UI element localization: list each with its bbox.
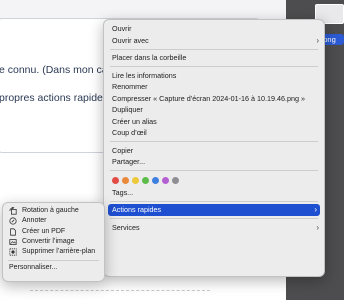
menu-item-tags[interactable]: Tags... (104, 187, 324, 199)
menu-item-label: Ouvrir avec (112, 35, 149, 45)
menu-item-label: Actions rapides (112, 205, 162, 214)
annotate-icon (9, 217, 17, 226)
rotate-left-icon (9, 207, 17, 215)
menu-separator (110, 141, 318, 142)
menu-item-services[interactable]: Services › (104, 222, 324, 234)
tag-color-dot[interactable] (112, 176, 119, 184)
submenu-item-rotate-left[interactable]: Rotation à gauche (3, 206, 104, 216)
menu-separator (110, 200, 318, 202)
submenu-item-label: Supprimer l’arrière-plan (22, 248, 96, 256)
menu-separator (110, 170, 318, 171)
menu-item-quick-actions[interactable]: Actions rapides › (108, 204, 320, 216)
menu-separator (110, 66, 318, 67)
context-menu: Ouvrir Ouvrir avec › Placer dans la corb… (103, 19, 325, 277)
menu-item-trash[interactable]: Placer dans la corbeille (104, 52, 324, 64)
submenu-item-label: Créer un PDF (22, 227, 66, 235)
menu-item-open[interactable]: Ouvrir (104, 23, 324, 35)
submenu-item-annotate[interactable]: Annoter (3, 216, 104, 226)
tag-color-dot[interactable] (162, 176, 169, 184)
menu-item-duplicate[interactable]: Dupliquer (104, 104, 324, 116)
menu-item-copy[interactable]: Copier (104, 145, 324, 157)
menu-item-quicklook[interactable]: Coup d’œil (104, 127, 324, 139)
submenu-item-label: Annoter (22, 217, 47, 225)
menu-item-compress[interactable]: Compresser « Capture d’écran 2024-01-16 … (104, 93, 324, 105)
divider (30, 290, 210, 291)
menu-item-open-with[interactable]: Ouvrir avec › (104, 35, 324, 47)
submenu-item-label: Rotation à gauche (22, 207, 79, 214)
submenu-item-remove-background[interactable]: Supprimer l’arrière-plan (3, 247, 104, 257)
document-top-strip (0, 0, 290, 20)
submenu-item-convert-image[interactable]: Convertir l’image (3, 237, 104, 247)
menu-separator (110, 218, 318, 219)
menu-separator (110, 48, 318, 50)
menu-item-get-info[interactable]: Lire les informations (104, 70, 324, 82)
remove-background-icon (9, 248, 17, 256)
chevron-right-icon: › (316, 35, 319, 45)
tag-color-dot[interactable] (132, 176, 139, 184)
submenu-item-label: Convertir l’image (22, 237, 75, 245)
tag-color-dot[interactable] (142, 176, 149, 184)
menu-item-share[interactable]: Partager... (104, 156, 324, 168)
tag-color-dot[interactable] (172, 176, 179, 184)
menu-item-label: Services (112, 222, 140, 232)
tag-color-dot[interactable] (152, 176, 159, 184)
convert-image-icon (9, 238, 17, 246)
document-text-line: e connu. (Dans mon ca (0, 64, 108, 76)
tag-color-dot[interactable] (122, 176, 129, 184)
document-text-line: propres actions rapide (0, 92, 103, 104)
menu-item-rename[interactable]: Renommer (104, 81, 324, 93)
document-icon (9, 228, 17, 236)
tag-color-row (104, 174, 324, 187)
submenu-item-customize[interactable]: Personnaliser... (3, 263, 104, 273)
quick-actions-submenu: Rotation à gauche Annoter Créer un PDF C… (2, 202, 105, 282)
chevron-right-icon: › (314, 205, 317, 214)
menu-separator (8, 259, 99, 261)
chevron-right-icon: › (316, 222, 319, 232)
submenu-item-create-pdf[interactable]: Créer un PDF (3, 227, 104, 237)
menu-item-alias[interactable]: Créer un alias (104, 116, 324, 128)
